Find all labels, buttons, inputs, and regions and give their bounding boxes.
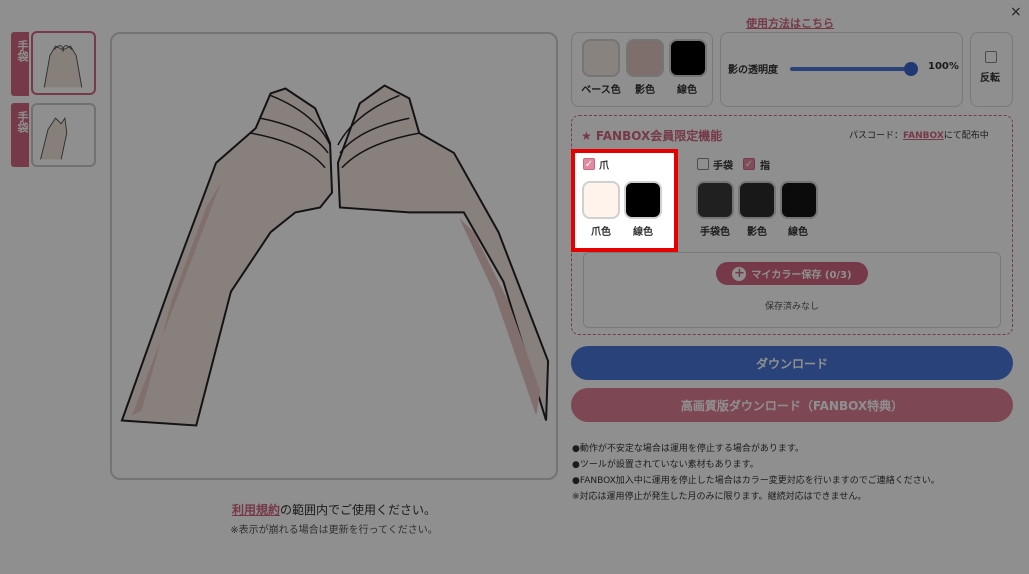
base-color-label: ベース色 bbox=[581, 85, 621, 96]
usage-link[interactable]: 使用方法はこちら bbox=[740, 15, 840, 31]
line-color-swatch[interactable] bbox=[669, 39, 707, 77]
save-mycolor-button[interactable]: + マイカラー保存 (0/3) bbox=[716, 262, 868, 285]
heart-hands-illustration-icon bbox=[120, 84, 550, 427]
saved-none-text: 保存済みなし bbox=[764, 302, 819, 312]
glove-color-label: 手袋色 bbox=[700, 227, 730, 238]
fanbox-title: ★ FANBOX会員限定機能 bbox=[581, 129, 723, 143]
preview-canvas bbox=[110, 32, 558, 480]
download-button[interactable]: ダウンロード bbox=[571, 346, 1013, 380]
nail-line-color-label: 線色 bbox=[633, 227, 653, 238]
finger-checkbox-label: 指 bbox=[760, 161, 770, 172]
shadow-opacity-label: 影の透明度 bbox=[728, 65, 778, 76]
thumbnail-tag-1: 手袋 bbox=[11, 32, 29, 96]
finger-checkbox[interactable]: ✓ bbox=[743, 158, 755, 170]
note-line: ●FANBOX加入中に運用を停止した場合はカラー変更対応を行いますのでご連絡くだ… bbox=[572, 476, 940, 486]
terms-link[interactable]: 利用規約 bbox=[232, 503, 280, 517]
glove-color-swatch[interactable] bbox=[696, 181, 734, 219]
thumbnail-single-hand[interactable] bbox=[31, 103, 96, 167]
save-mycolor-label: マイカラー保存 (0/3) bbox=[751, 270, 852, 281]
glove-shadow-color-swatch[interactable] bbox=[738, 181, 776, 219]
close-icon[interactable]: × bbox=[1010, 4, 1022, 20]
nail-checkbox[interactable]: ✓ bbox=[583, 158, 595, 170]
glove-shadow-color-label: 影色 bbox=[747, 227, 767, 238]
shadow-color-label: 影色 bbox=[635, 85, 655, 96]
terms-text: の範囲内でご使用ください。 bbox=[280, 503, 437, 517]
nail-color-label: 爪色 bbox=[591, 227, 611, 238]
thumbnail-heart-hands[interactable] bbox=[31, 31, 96, 95]
nail-checkbox-label: 爪 bbox=[599, 161, 609, 172]
shadow-opacity-track[interactable] bbox=[790, 67, 910, 71]
flip-checkbox[interactable] bbox=[985, 51, 997, 63]
glove-line-color-swatch[interactable] bbox=[780, 181, 818, 219]
fanbox-passcode-link[interactable]: FANBOX bbox=[903, 131, 944, 141]
note-line: ●動作が不安定な場合は運用を停止する場合があります。 bbox=[572, 444, 804, 454]
flip-label: 反転 bbox=[980, 73, 1000, 84]
note-line: ※対応は運用停止が発生した月のみに限ります。継続対応はできません。 bbox=[572, 492, 867, 502]
shadow-opacity-value: 100% bbox=[928, 61, 959, 72]
hq-download-button[interactable]: 高画質版ダウンロード（FANBOX特典） bbox=[571, 388, 1013, 422]
shadow-color-swatch[interactable] bbox=[626, 39, 664, 77]
page: 手袋 手袋 利用規約の範囲内でご使用ください。 ※表示が崩れる場合は更新を行って… bbox=[0, 0, 1029, 574]
nail-section: ✓ 爪 爪色 線色 bbox=[575, 153, 674, 248]
line-color-label: 線色 bbox=[677, 85, 697, 96]
plus-icon: + bbox=[732, 265, 747, 281]
glove-checkbox-label: 手袋 bbox=[713, 161, 733, 172]
base-color-swatch[interactable] bbox=[582, 39, 620, 77]
nail-line-color-swatch[interactable] bbox=[624, 181, 662, 219]
heart-hands-thumbnail-icon bbox=[43, 45, 83, 88]
notes: ●動作が不安定な場合は運用を停止する場合があります。 ●ツールが設置されていない… bbox=[572, 441, 940, 505]
glove-checkbox[interactable] bbox=[697, 158, 709, 170]
single-hand-thumbnail-icon bbox=[40, 116, 68, 160]
shadow-opacity-thumb[interactable] bbox=[904, 62, 918, 76]
refresh-note: ※表示が崩れる場合は更新を行ってください。 bbox=[230, 525, 438, 536]
terms-line: 利用規約の範囲内でご使用ください。 bbox=[110, 501, 558, 518]
passcode-text: パスコード：FANBOXにて配布中 bbox=[849, 131, 989, 141]
note-line: ●ツールが設置されていない素材もあります。 bbox=[572, 460, 759, 470]
glove-line-color-label: 線色 bbox=[788, 227, 808, 238]
thumbnail-tag-2: 手袋 bbox=[11, 103, 29, 167]
nail-color-swatch[interactable] bbox=[582, 181, 620, 219]
